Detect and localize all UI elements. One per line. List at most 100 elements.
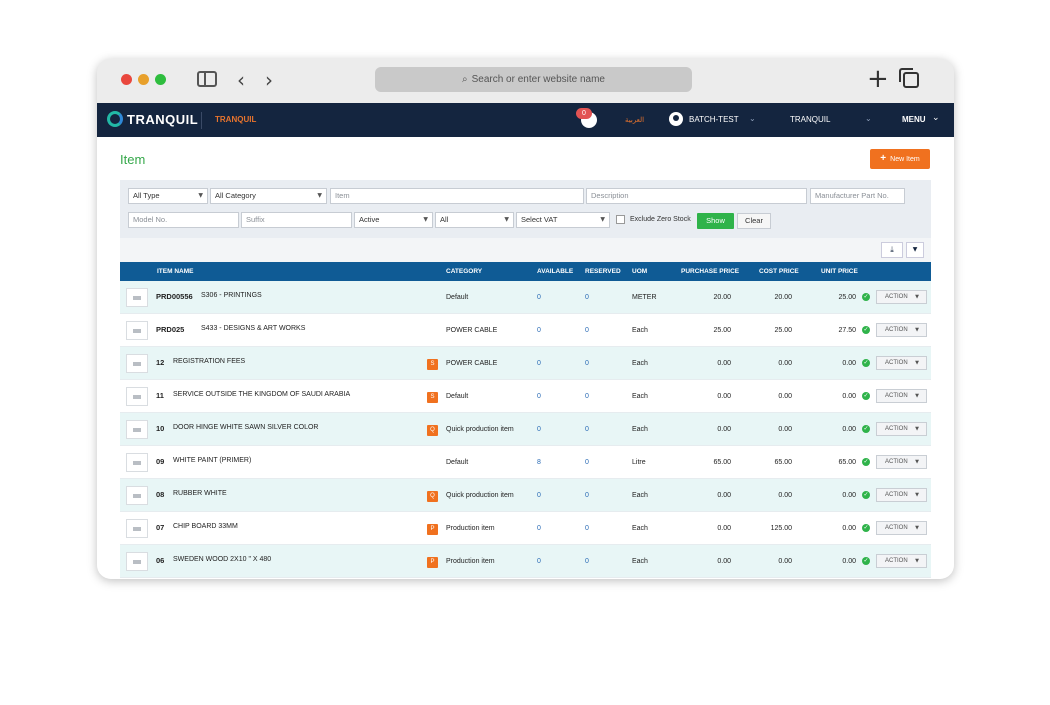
user-menu[interactable]: BATCH-TEST <box>689 115 739 124</box>
action-dropdown[interactable]: ACTION ▼ <box>876 521 927 535</box>
table-row[interactable]: 10 DOOR HINGE WHITE SAWN SILVER COLOR Q Qui… <box>120 413 931 446</box>
item-unit-price: 0.00 <box>842 525 856 532</box>
item-name[interactable]: WHITE PAINT (PRIMER) <box>173 457 251 464</box>
action-dropdown[interactable]: ACTION ▼ <box>876 323 927 337</box>
action-dropdown[interactable]: ACTION ▼ <box>876 356 927 370</box>
item-available[interactable]: 0 <box>537 393 541 400</box>
item-name[interactable]: CHIP BOARD 33MM <box>173 523 238 530</box>
tab-overview-icon[interactable] <box>899 68 919 88</box>
item-code[interactable]: 12 <box>156 358 164 367</box>
table-row[interactable]: 07 CHIP BOARD 33MM P Production item 0 0 Each 0… <box>120 512 931 545</box>
item-input[interactable]: Item <box>330 188 584 204</box>
item-code[interactable]: 08 <box>156 490 164 499</box>
status-select[interactable]: Active ▼ <box>354 212 433 228</box>
item-available[interactable]: 0 <box>537 327 541 334</box>
item-reserved[interactable]: 0 <box>585 492 589 499</box>
item-code[interactable]: 06 <box>156 556 164 565</box>
table-row[interactable]: 11 SERVICE OUTSIDE THE KINGDOM OF SAUDI A… <box>120 380 931 413</box>
item-reserved[interactable]: 0 <box>585 426 589 433</box>
chevron-down-icon[interactable]: ⌄ <box>749 114 756 123</box>
item-available[interactable]: 0 <box>537 294 541 301</box>
item-name[interactable]: S306 - PRINTINGS <box>201 292 262 299</box>
clear-button[interactable]: Clear <box>737 213 771 229</box>
header-unit-price[interactable]: UNIT PRICE <box>821 268 858 275</box>
category-select[interactable]: All Category ▼ <box>210 188 327 204</box>
header-cost-price[interactable]: COST PRICE <box>759 268 799 275</box>
item-name[interactable]: SWEDEN WOOD 2X10 " X 480 <box>173 556 271 563</box>
item-available[interactable]: 0 <box>537 558 541 565</box>
show-button[interactable]: Show <box>697 213 734 229</box>
item-available[interactable]: 8 <box>537 459 541 466</box>
item-name[interactable]: SERVICE OUTSIDE THE KINGDOM OF SAUDI ARA… <box>173 391 350 398</box>
header-uom[interactable]: UOM <box>632 268 647 275</box>
manufacturer-part-input[interactable]: Manufacturer Part No. <box>810 188 905 204</box>
item-code[interactable]: PRD00556 <box>156 292 193 301</box>
back-arrow-icon[interactable]: ‹ <box>237 68 245 92</box>
item-code[interactable]: 10 <box>156 424 164 433</box>
close-window-button[interactable] <box>121 74 132 85</box>
item-name[interactable]: RUBBER WHITE <box>173 490 227 497</box>
item-reserved[interactable]: 0 <box>585 393 589 400</box>
action-dropdown[interactable]: ACTION ▼ <box>876 389 927 403</box>
item-name[interactable]: REGISTRATION FEES <box>173 358 245 365</box>
chevron-down-icon: ▼ <box>915 525 919 531</box>
header-category[interactable]: CATEGORY <box>446 268 482 275</box>
user-avatar-icon[interactable] <box>669 112 683 126</box>
item-reserved[interactable]: 0 <box>585 360 589 367</box>
main-menu-button[interactable]: MENU <box>902 115 926 124</box>
vat-select[interactable]: Select VAT ▼ <box>516 212 610 228</box>
all-select[interactable]: All ▼ <box>435 212 514 228</box>
item-available[interactable]: 0 <box>537 426 541 433</box>
action-dropdown[interactable]: ACTION ▼ <box>876 488 927 502</box>
item-code[interactable]: 11 <box>156 391 164 400</box>
exclude-zero-stock-checkbox[interactable] <box>616 215 625 224</box>
item-code[interactable]: 07 <box>156 523 164 532</box>
table-row[interactable]: 09 WHITE PAINT (PRIMER) Default 8 0 Litre 65.0… <box>120 446 931 479</box>
suffix-input[interactable]: Suffix <box>241 212 352 228</box>
action-dropdown[interactable]: ACTION ▼ <box>876 290 927 304</box>
item-reserved[interactable]: 0 <box>585 558 589 565</box>
new-item-button[interactable]: + New Item <box>870 149 930 169</box>
action-dropdown[interactable]: ACTION ▼ <box>876 422 927 436</box>
table-row[interactable]: 12 REGISTRATION FEES S POWER CABLE 0 0 Each 0.0… <box>120 347 931 380</box>
language-switch[interactable]: العربية <box>625 116 644 124</box>
item-unit-price: 25.00 <box>838 294 856 301</box>
item-available[interactable]: 0 <box>537 492 541 499</box>
download-icon[interactable]: ⤓ <box>881 242 903 258</box>
chevron-down-icon[interactable]: ▼ <box>906 242 924 258</box>
type-select[interactable]: All Type ▼ <box>128 188 208 204</box>
model-input[interactable]: Model No. <box>128 212 239 228</box>
item-available[interactable]: 0 <box>537 525 541 532</box>
sidebar-toggle-icon[interactable] <box>197 71 217 87</box>
item-reserved[interactable]: 0 <box>585 327 589 334</box>
description-input[interactable]: Description <box>586 188 807 204</box>
chevron-down-icon[interactable]: ⌄ <box>932 113 940 123</box>
browser-chrome: ‹ › ⌕ Search or enter website name + <box>97 59 954 103</box>
item-code[interactable]: 09 <box>156 457 164 466</box>
chevron-down-icon[interactable]: ⌄ <box>865 114 872 123</box>
tenant-selector[interactable]: TRANQUIL <box>790 115 830 124</box>
table-row[interactable]: 06 SWEDEN WOOD 2X10 " X 480 P Production it… <box>120 545 931 578</box>
header-purchase-price[interactable]: PURCHASE PRICE <box>681 268 739 275</box>
item-code[interactable]: PRD025 <box>156 325 184 334</box>
table-row[interactable]: PRD00556 S306 - PRINTINGS Default 0 0 METER 20… <box>120 281 931 314</box>
item-name[interactable]: S433 - DESIGNS & ART WORKS <box>201 325 305 332</box>
forward-arrow-icon[interactable]: › <box>265 68 273 92</box>
item-reserved[interactable]: 0 <box>585 459 589 466</box>
action-dropdown[interactable]: ACTION ▼ <box>876 554 927 568</box>
item-reserved[interactable]: 0 <box>585 294 589 301</box>
address-bar[interactable]: ⌕ Search or enter website name <box>375 67 692 92</box>
table-row[interactable]: PRD025 S433 - DESIGNS & ART WORKS POWER CA… <box>120 314 931 347</box>
item-name[interactable]: DOOR HINGE WHITE SAWN SILVER COLOR <box>173 424 318 431</box>
header-reserved[interactable]: RESERVED <box>585 268 621 275</box>
maximize-window-button[interactable] <box>155 74 166 85</box>
action-dropdown[interactable]: ACTION ▼ <box>876 455 927 469</box>
logo[interactable]: TRANQUIL <box>107 111 198 127</box>
minimize-window-button[interactable] <box>138 74 149 85</box>
table-row[interactable]: 08 RUBBER WHITE Q Quick production item 0 0 Ea… <box>120 479 931 512</box>
item-reserved[interactable]: 0 <box>585 525 589 532</box>
item-available[interactable]: 0 <box>537 360 541 367</box>
header-item-name[interactable]: ITEM NAME <box>157 268 193 275</box>
header-available[interactable]: AVAILABLE <box>537 268 573 275</box>
new-tab-icon[interactable]: + <box>867 64 889 94</box>
